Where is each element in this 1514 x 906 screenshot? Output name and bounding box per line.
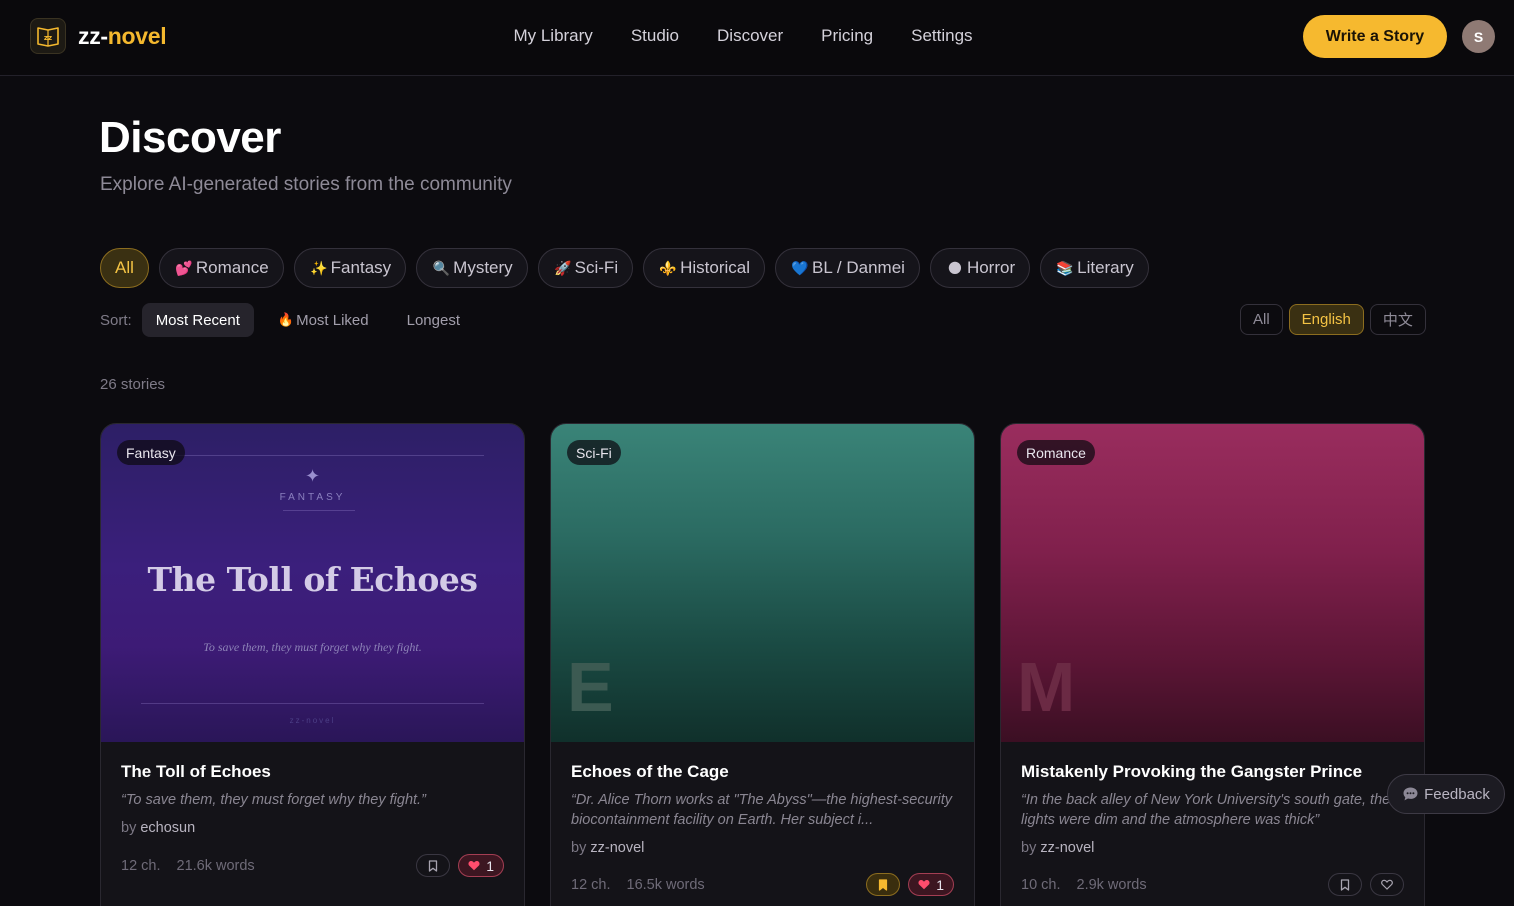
story-description: “Dr. Alice Thorn works at "The Abyss"—th… — [571, 792, 952, 828]
word-count: 16.5k words — [626, 876, 705, 893]
four-point-star-icon: ✦ — [304, 466, 321, 486]
story-author: by echosun — [121, 820, 196, 836]
bookmark-button[interactable] — [416, 854, 451, 877]
bookmark-icon — [1340, 878, 1350, 891]
chapter-count: 12 ch. — [571, 876, 611, 893]
card-meta: 12 ch. 16.5k words 1 — [571, 873, 954, 896]
story-cover: M — [1001, 424, 1424, 742]
brand-name: zz-novel — [78, 22, 167, 49]
like-button[interactable] — [1370, 873, 1404, 896]
sparkles-icon: ✨ — [309, 259, 328, 276]
card-meta: 12 ch. 21.6k words 1 — [121, 854, 504, 877]
rocket-icon: 🚀 — [553, 259, 572, 276]
story-cover: E — [551, 424, 974, 742]
heart-outline-icon — [1381, 879, 1393, 890]
story-title: Mistakenly Provoking the Gangster Prince — [1021, 762, 1363, 781]
card-body: The Toll of Echoes “To save them, they m… — [121, 742, 504, 877]
nav-settings[interactable]: Settings — [911, 26, 972, 46]
page-subtitle: Explore AI-generated stories from the co… — [100, 174, 512, 195]
bookmark-filled-icon — [879, 878, 888, 891]
story-title: Echoes of the Cage — [571, 762, 729, 781]
chapter-count: 10 ch. — [1021, 876, 1061, 893]
user-avatar[interactable]: S — [1462, 20, 1495, 53]
cover-watermark: zz-novel — [289, 716, 336, 725]
lang-chinese[interactable]: 中文 — [1369, 304, 1426, 335]
story-title: The Toll of Echoes — [121, 762, 271, 781]
nav-pricing[interactable]: Pricing — [821, 26, 873, 46]
cover-tagline: To save them, they must forget why they … — [203, 640, 422, 654]
lang-all[interactable]: All — [1240, 304, 1283, 335]
feedback-button[interactable]: Feedback — [1387, 774, 1505, 814]
sort-bar: Sort: Most Recent 🔥 Most Liked Longest — [100, 303, 474, 337]
heart-icon — [918, 880, 930, 890]
hearts-icon: 💕 — [175, 259, 193, 276]
blue-heart-icon: 💙 — [791, 259, 809, 276]
genre-chip-mystery[interactable]: 🔍 Mystery — [416, 248, 528, 288]
genre-badge: Sci-Fi — [567, 440, 621, 465]
word-count: 2.9k words — [1076, 876, 1147, 893]
top-nav: zz zz-novel My Library Studio Discover P… — [0, 0, 1514, 76]
nav-my-library[interactable]: My Library — [513, 26, 592, 46]
card-body: Mistakenly Provoking the Gangster Prince… — [1021, 742, 1404, 896]
sort-most-recent[interactable]: Most Recent — [141, 303, 254, 337]
genre-chip-romance[interactable]: 💕 Romance — [158, 248, 284, 288]
card-body: Echoes of the Cage “Dr. Alice Thorn work… — [571, 742, 954, 896]
story-cover: ✦ FANTASY The Toll of Echoes To save the… — [101, 424, 524, 742]
cover-initial: M — [1017, 648, 1076, 726]
fire-icon: 🔥 — [277, 312, 295, 327]
story-card[interactable]: E Sci-Fi Echoes of the Cage “Dr. Alice T… — [550, 423, 975, 906]
cover-initial: E — [567, 648, 614, 726]
books-icon: 📚 — [1056, 259, 1074, 276]
main-nav: My Library Studio Discover Pricing Setti… — [0, 26, 1514, 46]
cover-title: The Toll of Echoes — [147, 560, 478, 599]
genre-chip-horror[interactable]: 🌑 Horror — [929, 248, 1031, 288]
genre-chip-fantasy[interactable]: ✨ Fantasy — [293, 248, 407, 288]
lang-english[interactable]: English — [1288, 304, 1364, 335]
heart-icon — [468, 861, 480, 871]
fleur-de-lis-icon: ⚜️ — [659, 259, 677, 276]
cover-kicker: FANTASY — [279, 492, 346, 503]
like-count: 1 — [936, 876, 944, 893]
sort-label: Sort: — [100, 311, 132, 329]
bookmark-button[interactable] — [866, 873, 901, 896]
genre-chip-historical[interactable]: ⚜️ Historical — [643, 248, 766, 288]
genre-chip-bl-danmei[interactable]: 💙 BL / Danmei — [775, 248, 920, 288]
page-title: Discover — [99, 113, 281, 162]
brand[interactable]: zz zz-novel — [30, 18, 167, 54]
nav-discover[interactable]: Discover — [717, 26, 783, 46]
genre-chip-scifi[interactable]: 🚀 Sci-Fi — [537, 248, 634, 288]
like-button[interactable]: 1 — [908, 873, 954, 896]
like-button[interactable]: 1 — [458, 854, 504, 877]
like-count: 1 — [486, 857, 494, 874]
svg-text:zz: zz — [44, 34, 52, 42]
story-card[interactable]: ✦ FANTASY The Toll of Echoes To save the… — [100, 423, 525, 906]
chat-bubble-icon — [1403, 787, 1418, 801]
genre-chip-literary[interactable]: 📚 Literary — [1040, 248, 1149, 288]
bookmark-button[interactable] — [1328, 873, 1362, 896]
chapter-count: 12 ch. — [121, 857, 161, 874]
story-author: by zz-novel — [571, 840, 645, 856]
book-logo-icon: zz — [30, 18, 66, 54]
write-story-button[interactable]: Write a Story — [1303, 15, 1447, 58]
magnifier-icon: 🔍 — [432, 259, 450, 276]
sort-most-liked[interactable]: 🔥 Most Liked — [264, 303, 383, 337]
story-description: “In the back alley of New York Universit… — [1021, 792, 1391, 828]
card-meta: 10 ch. 2.9k words — [1021, 873, 1404, 896]
genre-filter-bar: All 💕 Romance ✨ Fantasy 🔍 Mystery 🚀 Sci-… — [100, 248, 1149, 288]
nav-studio[interactable]: Studio — [631, 26, 679, 46]
word-count: 21.6k words — [176, 857, 255, 874]
bookmark-icon — [429, 859, 438, 872]
genre-chip-all[interactable]: All — [100, 248, 149, 288]
story-count: 26 stories — [100, 376, 166, 393]
sort-longest[interactable]: Longest — [393, 303, 474, 337]
story-description: “To save them, they must forget why they… — [121, 792, 426, 808]
language-filter: All English 中文 — [1240, 304, 1426, 335]
new-moon-icon: 🌑 — [947, 259, 963, 276]
story-card[interactable]: M Romance Mistakenly Provoking the Gangs… — [1000, 423, 1425, 906]
story-author: by zz-novel — [1021, 840, 1095, 856]
genre-badge: Fantasy — [117, 440, 185, 465]
genre-badge: Romance — [1017, 440, 1095, 465]
